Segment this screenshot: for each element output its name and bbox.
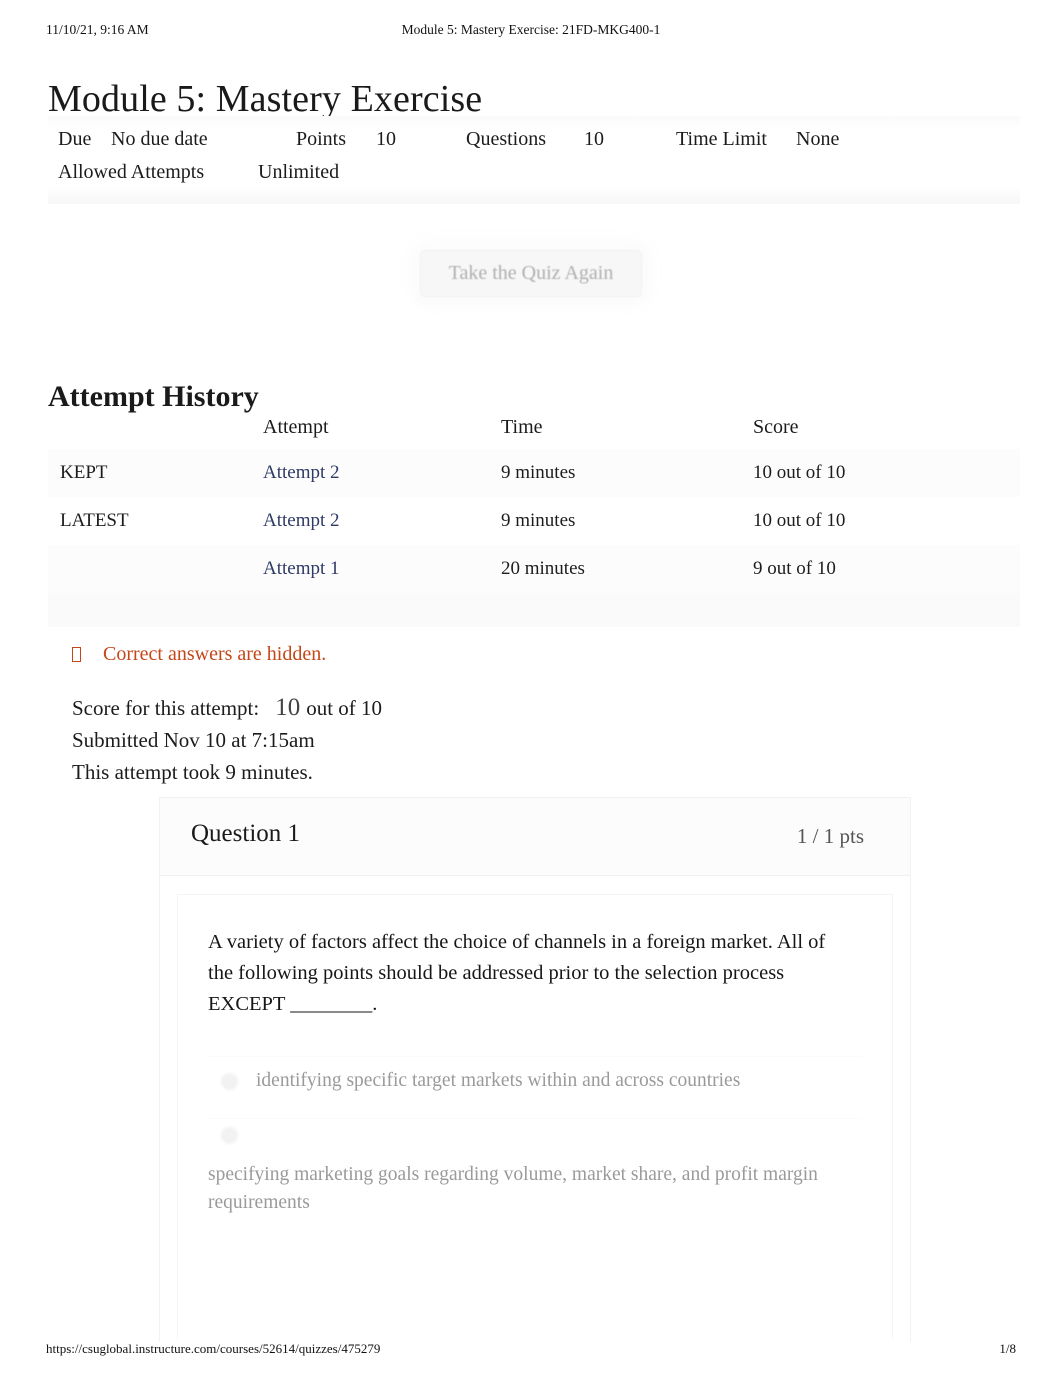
- attempt-history-table: Attempt Time Score KEPT Attempt 2 9 minu…: [48, 410, 1020, 627]
- column-header-time: Time: [501, 416, 543, 438]
- row-attempt: Attempt 2: [263, 497, 501, 545]
- question-name: Question 1: [191, 820, 301, 847]
- row-flag: [48, 545, 263, 593]
- points-value: 10: [376, 128, 396, 150]
- page-title: Module 5: Mastery Exercise: [48, 78, 483, 121]
- question-card: Question 1 1 / 1 pts A variety of factor…: [159, 797, 911, 1342]
- radio-button-icon[interactable]: [221, 1073, 238, 1090]
- row-time: 9 minutes: [501, 449, 753, 497]
- due-value: No due date: [111, 128, 208, 150]
- score-label: Score for this attempt:: [72, 696, 260, 720]
- column-header-attempt: Attempt: [263, 416, 329, 438]
- print-header: 11/10/21, 9:16 AM Module 5: Mastery Exer…: [0, 22, 1062, 42]
- question-points: 1 / 1 pts: [796, 824, 864, 848]
- missing-glyph-icon: [72, 647, 81, 662]
- hidden-answers-notice: Correct answers are hidden.: [72, 643, 326, 666]
- row-time: 9 minutes: [501, 510, 576, 531]
- radio-button-icon[interactable]: [221, 1127, 238, 1144]
- question-body: A variety of factors affect the choice o…: [177, 894, 893, 1339]
- row-attempt: Attempt 1: [263, 545, 501, 593]
- question-header: Question 1 1 / 1 pts: [160, 798, 910, 876]
- quiz-meta-row-secondary: Allowed Attempts Unlimited: [48, 161, 1020, 194]
- hidden-answers-text: Correct answers are hidden.: [103, 643, 327, 665]
- row-score: 9 out of 10: [753, 545, 1020, 593]
- table-row: LATEST Attempt 2 9 minutes 10 out of 10: [48, 497, 1020, 545]
- score-line: Score for this attempt: 10 out of 10: [72, 692, 382, 724]
- submitted-line: Submitted Nov 10 at 7:15am: [72, 728, 315, 752]
- row-score: 10 out of 10: [753, 449, 1020, 497]
- time-limit-label: Time Limit: [676, 128, 767, 150]
- column-header-score: Score: [753, 416, 799, 438]
- question-text: A variety of factors affect the choice o…: [208, 931, 826, 1015]
- duration-line: This attempt took 9 minutes.: [72, 760, 313, 784]
- row-score: 10 out of 10: [753, 510, 846, 531]
- spacer-cell: [263, 593, 501, 627]
- row-time: 20 minutes: [501, 545, 753, 593]
- answer-option[interactable]: specifying marketing goals regarding vol…: [208, 1118, 862, 1227]
- column-header-flag: [48, 410, 263, 449]
- print-footer-url: https://csuglobal.instructure.com/course…: [46, 1341, 381, 1356]
- quiz-meta-band: Due No due date Points 10 Questions 10 T…: [48, 116, 1020, 204]
- allowed-attempts-value: Unlimited: [258, 161, 340, 183]
- questions-value: 10: [584, 128, 604, 150]
- spacer-cell: [753, 593, 1020, 627]
- due-label: Due: [58, 128, 92, 150]
- quiz-meta-row-primary: Due No due date Points 10 Questions 10 T…: [48, 128, 1020, 161]
- table-row-spacer: [48, 593, 1020, 627]
- allowed-attempts-label: Allowed Attempts: [58, 161, 205, 183]
- attempt-history-head: Attempt Time Score: [48, 410, 1020, 449]
- print-footer-page-number: 1/8: [999, 1341, 1016, 1356]
- score-suffix: out of 10: [306, 696, 383, 720]
- attempt-link[interactable]: Attempt 2: [263, 510, 340, 531]
- retake-button-container: Take the Quiz Again: [0, 250, 1062, 297]
- table-row: KEPT Attempt 2 9 minutes 10 out of 10: [48, 449, 1020, 497]
- print-header-title: Module 5: Mastery Exercise: 21FD-MKG400-…: [401, 22, 661, 37]
- row-flag: KEPT: [48, 449, 263, 497]
- attempt-history-heading: Attempt History: [48, 379, 259, 413]
- table-row: Attempt 1 20 minutes 9 out of 10: [48, 545, 1020, 593]
- spacer-cell: [48, 593, 263, 627]
- time-limit-value: None: [796, 128, 840, 150]
- answer-list: identifying specific target markets with…: [208, 1056, 862, 1227]
- attempt-summary: Score for this attempt: 10 out of 10 Submi…: [72, 692, 382, 788]
- answer-text: identifying specific target markets with…: [256, 1070, 741, 1091]
- attempt-history-body: KEPT Attempt 2 9 minutes 10 out of 10 LA…: [48, 449, 1020, 627]
- points-label: Points: [296, 128, 347, 150]
- table-header-row: Attempt Time Score: [48, 410, 1020, 449]
- score-value: 10: [275, 694, 301, 721]
- row-flag: LATEST: [60, 510, 129, 531]
- take-quiz-again-button[interactable]: Take the Quiz Again: [419, 250, 643, 297]
- spacer-cell: [501, 593, 753, 627]
- answer-option[interactable]: identifying specific target markets with…: [208, 1056, 862, 1118]
- attempt-link[interactable]: Attempt 1: [263, 558, 340, 579]
- answer-text: specifying marketing goals regarding vol…: [208, 1164, 818, 1213]
- questions-label: Questions: [466, 128, 546, 150]
- attempt-link[interactable]: Attempt 2: [263, 462, 340, 483]
- print-footer: https://csuglobal.instructure.com/course…: [0, 1341, 1062, 1359]
- row-attempt: Attempt 2: [263, 449, 501, 497]
